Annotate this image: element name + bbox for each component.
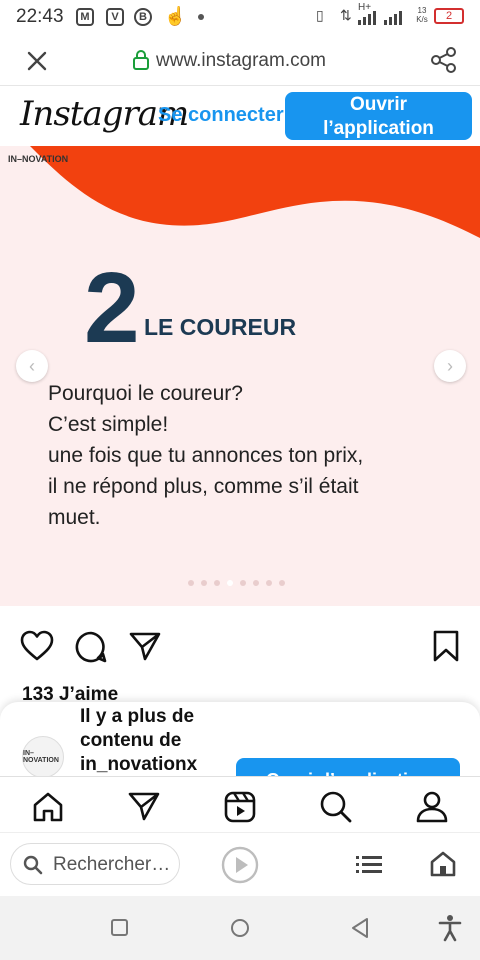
lock-icon (133, 50, 149, 70)
post-text-line: il ne répond plus, comme s’il était (48, 475, 359, 498)
b-app-icon: B (134, 8, 152, 26)
carousel-dot (214, 580, 220, 586)
login-link[interactable]: Se connecter (158, 104, 284, 127)
sheet-message: Il y a plus de contenu de in_novationx (80, 705, 230, 777)
carousel-dot (201, 580, 207, 586)
url-text[interactable]: www.instagram.com (156, 50, 326, 72)
post-text-line: muet. (48, 506, 101, 529)
open-app-button[interactable]: Ouvrir l’application (285, 92, 472, 140)
open-app-label-line1: Ouvrir (349, 94, 408, 115)
recent-apps-icon[interactable] (110, 918, 130, 938)
sheet-message-line: in_novationx (80, 754, 198, 775)
reels-icon[interactable] (224, 791, 256, 823)
carousel-indicator (188, 580, 285, 586)
carousel-next-button[interactable]: › (434, 350, 466, 382)
carousel-prev-button[interactable]: ‹ (16, 350, 48, 382)
sheet-message-line: Il y a plus de (80, 706, 195, 727)
browser-bottom-bar: Rechercher… (0, 832, 480, 896)
avatar[interactable]: IN–NOVATION (22, 736, 64, 778)
profile-icon[interactable] (416, 791, 448, 823)
search-icon (23, 855, 43, 875)
carousel-dot (279, 580, 285, 586)
notification-dot-icon (198, 14, 204, 20)
post-text-line: Pourquoi le coureur? (48, 382, 243, 405)
gallery-app-icon: M (76, 8, 94, 26)
send-icon[interactable] (128, 630, 162, 662)
brand-logo: IN–NOVATION (8, 154, 69, 164)
carousel-dot (253, 580, 259, 586)
play-icon[interactable] (220, 845, 260, 885)
browser-home-icon[interactable] (430, 851, 456, 877)
accessibility-icon[interactable] (438, 914, 462, 942)
post-body-text: Pourquoi le coureur? C’est simple! une f… (48, 378, 428, 533)
battery-icon: 2 (434, 8, 464, 24)
search-placeholder: Rechercher… (53, 854, 171, 875)
back-icon[interactable] (348, 916, 372, 940)
post-number: 2 (84, 252, 140, 364)
share-icon[interactable] (430, 46, 458, 74)
menu-list-icon[interactable] (356, 855, 382, 875)
post-text-line: C’est simple! (48, 413, 169, 436)
status-time: 22:43 (16, 6, 64, 27)
like-heart-icon[interactable] (20, 630, 54, 662)
post-number-label: LE COUREUR (144, 314, 297, 340)
network-speed: 13 K/s (416, 6, 428, 24)
carousel-dot (227, 580, 233, 586)
sheet-message-line: contenu de (80, 730, 182, 751)
orange-wave-shape (30, 146, 480, 238)
comment-icon[interactable] (74, 630, 108, 664)
android-navigation-bar (0, 896, 480, 960)
instagram-header: Instagram Se connecter Ouvrir l’applicat… (0, 86, 480, 146)
chevron-right-icon: › (447, 355, 453, 376)
browser-search-field[interactable]: Rechercher… (10, 843, 180, 885)
post-text-line: une fois que tu annonces ton prix, (48, 444, 364, 467)
vibrate-icon: ▯ (316, 7, 324, 23)
post-actions (0, 606, 480, 686)
bookmark-icon[interactable] (432, 630, 460, 662)
avatar-text: IN–NOVATION (23, 750, 59, 764)
url-bar: www.instagram.com (0, 34, 480, 86)
carousel-dot (188, 580, 194, 586)
status-bar: 22:43 M V B ☝ ▯ ⇅ H+ 13 K/s 2 (0, 0, 480, 34)
direct-send-icon[interactable] (128, 791, 160, 821)
data-arrows-icon: ⇅ (340, 7, 352, 23)
home-icon[interactable] (32, 791, 64, 823)
touch-icon: ☝ (164, 6, 187, 26)
v-app-icon: V (106, 8, 124, 26)
open-app-label-line2: l’application (323, 118, 434, 139)
chevron-left-icon: ‹ (29, 355, 35, 376)
post-image[interactable]: IN–NOVATION 2 LE COUREUR Pourquoi le cou… (0, 146, 480, 606)
home-circle-icon[interactable] (228, 916, 252, 940)
carousel-dot (240, 580, 246, 586)
search-icon[interactable] (320, 791, 352, 823)
signal-icon (358, 11, 402, 25)
carousel-dot (266, 580, 272, 586)
instagram-bottom-nav (0, 776, 480, 832)
more-content-sheet: IN–NOVATION Il y a plus de contenu de in… (0, 702, 480, 782)
close-icon[interactable] (26, 50, 48, 72)
